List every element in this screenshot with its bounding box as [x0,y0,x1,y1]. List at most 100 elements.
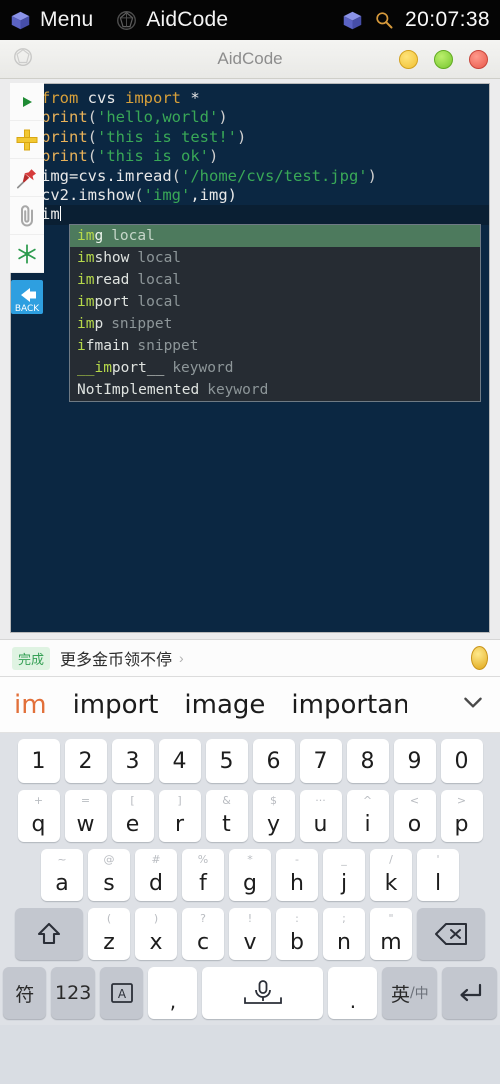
autocomplete-item-kind: snippet [137,338,199,354]
key-e[interactable]: [e [111,790,154,842]
key-o[interactable]: < o [393,790,436,842]
key-l[interactable]: ' l [417,849,459,901]
key-5[interactable]: 5 [205,739,248,783]
keyboard-row-function: 符 123 A , . 英 / 中 [3,967,497,1019]
window-minimize-button[interactable] [399,49,418,69]
coin-icon[interactable] [471,646,488,670]
key-label: z [103,930,115,955]
autocomplete-item[interactable]: img local [70,225,480,247]
key-r[interactable]: ] r [158,790,201,842]
key-i[interactable]: ^ i [346,790,389,842]
key-n[interactable]: ; n [323,908,365,960]
key-d[interactable]: # d [135,849,177,901]
key-w[interactable]: = w [64,790,107,842]
comma-key[interactable]: , [148,967,198,1019]
shift-key[interactable] [15,908,83,960]
ime-candidate-bar[interactable]: im import image importan [0,677,500,733]
key-1[interactable]: 1 [17,739,60,783]
code-editor[interactable]: 1234567 from cvs import *print('hello,wo… [10,83,490,633]
key-secondary-label: ? [200,912,206,925]
key-g[interactable]: * g [229,849,271,901]
code-line[interactable]: print('this is ok') [41,147,489,166]
ime-candidate[interactable]: importan [291,690,407,720]
key-a[interactable]: ~ a [41,849,83,901]
code-line[interactable]: from cvs import * [41,89,489,108]
key-y[interactable]: $ y [252,790,295,842]
window-maximize-button[interactable] [434,49,453,69]
autocomplete-item[interactable]: __import__ keyword [70,357,480,379]
search-icon[interactable] [374,10,394,30]
key-label: 2 [78,748,93,774]
key-7[interactable]: 7 [299,739,342,783]
ime-candidate[interactable]: import [73,690,159,720]
backspace-key[interactable] [417,908,485,960]
code-line[interactable]: print('hello,world') [41,108,489,127]
key-k[interactable]: / k [370,849,412,901]
autocomplete-item[interactable]: imp snippet [70,313,480,335]
key-label: b [290,930,304,955]
run-button[interactable] [10,83,44,121]
enter-key[interactable] [442,967,497,1019]
key-c[interactable]: ? c [182,908,224,960]
code-line[interactable]: img=cvs.imread('/home/cvs/test.jpg') [41,167,489,186]
menu-label[interactable]: Menu [40,8,93,32]
chevron-down-icon[interactable] [450,689,486,720]
key-secondary-label: ~ [57,853,67,866]
key-9[interactable]: 9 [393,739,436,783]
add-button[interactable] [10,121,44,159]
symbols-key[interactable]: 符 [3,967,47,1019]
key-secondary-label: $ [270,794,277,807]
key-2[interactable]: 2 [64,739,107,783]
code-token: '/home/cvs/test.jpg' [181,166,368,185]
key-t[interactable]: & t [205,790,248,842]
key-label: 8 [360,748,375,774]
autocomplete-item-kind: local [111,228,155,244]
key-label: g [243,871,257,896]
numeric-key[interactable]: 123 [51,967,95,1019]
key-3[interactable]: 3 [111,739,154,783]
app-label[interactable]: AidCode [146,8,228,32]
autocomplete-item[interactable]: ifmain snippet [70,335,480,357]
language-toggle-key[interactable]: 英 / 中 [382,967,438,1019]
code-line[interactable]: cv2.imshow('img',img) [41,186,489,205]
key-z[interactable]: (z [88,908,130,960]
key-4[interactable]: 4 [158,739,201,783]
code-line[interactable]: print('this is test!') [41,128,489,147]
autocomplete-item-label: import [77,294,130,310]
key-u[interactable]: ··· u [299,790,342,842]
key-s[interactable]: @ s [88,849,130,901]
autocomplete-item[interactable]: NotImplemented keyword [70,379,480,401]
period-key[interactable]: . [328,967,378,1019]
code-line[interactable]: im [11,205,489,225]
attach-button[interactable] [10,197,44,235]
key-h[interactable]: -h [276,849,318,901]
autocomplete-popup[interactable]: img local imshow local imread local import loca… [69,224,481,402]
snowflake-button[interactable] [10,235,44,273]
key-b[interactable]: :b [276,908,318,960]
promo-bar[interactable]: 完成 更多金币领不停 › [0,639,500,677]
code-text[interactable]: from cvs import * print('hello,world') pri… [11,89,489,225]
key-8[interactable]: 8 [346,739,389,783]
back-button[interactable]: BACK [10,277,44,317]
input-method-key[interactable]: A [99,967,144,1019]
key-m[interactable]: " m [370,908,412,960]
key-secondary-label: % [197,853,209,866]
key-p[interactable]: > p [440,790,483,842]
key-6[interactable]: 6 [252,739,295,783]
key-label: l [434,871,442,896]
key-j[interactable]: _ j [323,849,365,901]
key-q[interactable]: + q [17,790,60,842]
shift-icon [34,920,64,948]
text-caret [59,206,62,222]
autocomplete-item[interactable]: imread local [70,269,480,291]
autocomplete-item[interactable]: imshow local [70,247,480,269]
autocomplete-item[interactable]: import local [70,291,480,313]
pin-button[interactable] [10,159,44,197]
key-v[interactable]: ! v [229,908,271,960]
key-0[interactable]: 0 [440,739,483,783]
key-f[interactable]: % f [182,849,224,901]
key-x[interactable]: ) x [135,908,177,960]
ime-candidate[interactable]: image [184,690,265,720]
space-key[interactable] [202,967,324,1019]
window-close-button[interactable] [469,49,488,69]
